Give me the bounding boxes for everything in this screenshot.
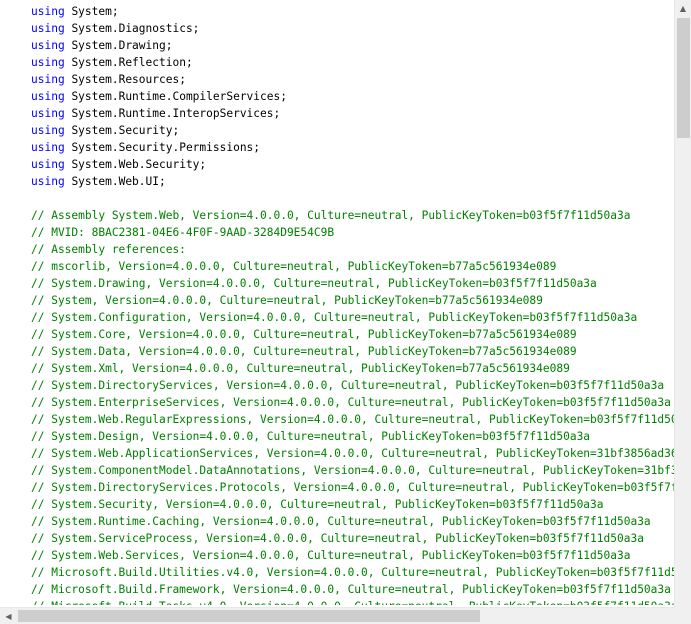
comment-text: // mscorlib, Version=4.0.0.0, Culture=ne…: [31, 260, 557, 273]
horizontal-scroll-thumb[interactable]: [18, 610, 480, 622]
comment-text: // System.DirectoryServices, Version=4.0…: [31, 379, 665, 392]
code-line-comment: // mscorlib, Version=4.0.0.0, Culture=ne…: [0, 258, 675, 275]
comment-text: // System.ComponentModel.DataAnnotations…: [31, 464, 675, 477]
namespace-name: System;: [71, 5, 119, 18]
code-line-comment: // System.Runtime.Caching, Version=4.0.0…: [0, 513, 675, 530]
namespace-name: System.Resources;: [71, 73, 186, 86]
code-editor[interactable]: using System; using System.Diagnostics; us…: [0, 0, 691, 624]
scrollbar-corner: [674, 607, 691, 624]
comment-text: // System, Version=4.0.0.0, Culture=neut…: [31, 294, 543, 307]
code-line-comment: // System.Web.ApplicationServices, Versi…: [0, 445, 675, 462]
code-line-comment: // MVID: 8BAC2381-04E6-4F0F-9AAD-3284D9E…: [0, 224, 675, 241]
code-line-comment: // Assembly System.Web, Version=4.0.0.0,…: [0, 207, 675, 224]
code-line-using: using System.Diagnostics;: [0, 20, 675, 37]
comment-text: // Microsoft.Build.Framework, Version=4.…: [31, 583, 671, 596]
using-keyword: using: [31, 107, 65, 120]
comment-text: // Microsoft.Build.Tasks.v4.0, Version=4…: [31, 600, 675, 605]
code-line-comment: // System.ServiceProcess, Version=4.0.0.…: [0, 530, 675, 547]
vertical-scrollbar[interactable]: ▲: [674, 0, 691, 607]
namespace-name: System.Web.Security;: [71, 158, 207, 171]
code-line-using: using System.Web.Security;: [0, 156, 675, 173]
code-line-comment: // System.Xml, Version=4.0.0.0, Culture=…: [0, 360, 675, 377]
code-line-comment: // Assembly references:: [0, 241, 675, 258]
comment-text: // System.Data, Version=4.0.0.0, Culture…: [31, 345, 577, 358]
using-keyword: using: [31, 22, 65, 35]
code-line-using: using System.Security;: [0, 122, 675, 139]
code-view[interactable]: using System; using System.Diagnostics; us…: [0, 0, 675, 605]
using-keyword: using: [31, 175, 65, 188]
code-line-using: using System.Resources;: [0, 71, 675, 88]
namespace-name: System.Web.UI;: [71, 175, 166, 188]
code-line-comment: // System.Web.RegularExpressions, Versio…: [0, 411, 675, 428]
using-keyword: using: [31, 158, 65, 171]
using-keyword: using: [31, 141, 65, 154]
namespace-name: System.Drawing;: [71, 39, 173, 52]
code-line-using: using System.Runtime.CompilerServices;: [0, 88, 675, 105]
code-line-comment: // System, Version=4.0.0.0, Culture=neut…: [0, 292, 675, 309]
comment-text: // System.Web.Services, Version=4.0.0.0,…: [31, 549, 631, 562]
code-line-comment: // Microsoft.Build.Utilities.v4.0, Versi…: [0, 564, 675, 581]
using-keyword: using: [31, 90, 65, 103]
comment-text: // System.Web.RegularExpressions, Versio…: [31, 413, 675, 426]
code-line-comment: // System.Web.Services, Version=4.0.0.0,…: [0, 547, 675, 564]
using-keyword: using: [31, 73, 65, 86]
code-line-using: using System.Security.Permissions;: [0, 139, 675, 156]
comment-text: // Assembly System.Web, Version=4.0.0.0,…: [31, 209, 631, 222]
comment-text: // Assembly references:: [31, 243, 186, 256]
scroll-left-arrow-icon[interactable]: ◀: [0, 608, 17, 624]
comment-text: // System.Security, Version=4.0.0.0, Cul…: [31, 498, 604, 511]
code-line-using: using System.Runtime.InteropServices;: [0, 105, 675, 122]
code-line-comment: // System.EnterpriseServices, Version=4.…: [0, 394, 675, 411]
namespace-name: System.Runtime.CompilerServices;: [71, 90, 287, 103]
code-line-comment: // Microsoft.Build.Tasks.v4.0, Version=4…: [0, 598, 675, 605]
vertical-scroll-thumb[interactable]: [677, 18, 690, 138]
code-line-comment: // System.Configuration, Version=4.0.0.0…: [0, 309, 675, 326]
comment-text: // System.ServiceProcess, Version=4.0.0.…: [31, 532, 644, 545]
comment-text: // System.Design, Version=4.0.0.0, Cultu…: [31, 430, 591, 443]
using-keyword: using: [31, 56, 65, 69]
comment-text: // System.Web.ApplicationServices, Versi…: [31, 447, 675, 460]
comment-text: // System.Xml, Version=4.0.0.0, Culture=…: [31, 362, 570, 375]
code-line-comment: // System.Core, Version=4.0.0.0, Culture…: [0, 326, 675, 343]
comment-text: // System.DirectoryServices.Protocols, V…: [31, 481, 675, 494]
using-keyword: using: [31, 5, 65, 18]
code-line-comment: // System.DirectoryServices, Version=4.0…: [0, 377, 675, 394]
code-line-using: using System.Web.UI;: [0, 173, 675, 190]
code-line-comment: // System.Design, Version=4.0.0.0, Cultu…: [0, 428, 675, 445]
comment-text: // System.Configuration, Version=4.0.0.0…: [31, 311, 638, 324]
using-keyword: using: [31, 124, 65, 137]
comment-text: // System.Runtime.Caching, Version=4.0.0…: [31, 515, 651, 528]
code-line-comment: // System.ComponentModel.DataAnnotations…: [0, 462, 675, 479]
comment-text: // MVID: 8BAC2381-04E6-4F0F-9AAD-3284D9E…: [31, 226, 335, 239]
scroll-up-arrow-icon[interactable]: ▲: [675, 0, 691, 17]
code-line-comment: // System.Security, Version=4.0.0.0, Cul…: [0, 496, 675, 513]
code-line-comment: // System.DirectoryServices.Protocols, V…: [0, 479, 675, 496]
comment-text: // Microsoft.Build.Utilities.v4.0, Versi…: [31, 566, 675, 579]
code-line-using: using System;: [0, 3, 675, 20]
namespace-name: System.Security.Permissions;: [71, 141, 261, 154]
namespace-name: System.Runtime.InteropServices;: [71, 107, 281, 120]
namespace-name: System.Reflection;: [71, 56, 193, 69]
code-line-using: using System.Drawing;: [0, 37, 675, 54]
using-keyword: using: [31, 39, 65, 52]
comment-text: // System.Drawing, Version=4.0.0.0, Cult…: [31, 277, 597, 290]
code-line-using: using System.Reflection;: [0, 54, 675, 71]
namespace-name: System.Diagnostics;: [71, 22, 200, 35]
code-line-comment: // System.Data, Version=4.0.0.0, Culture…: [0, 343, 675, 360]
horizontal-scrollbar[interactable]: ◀: [0, 607, 674, 624]
code-line-comment: // System.Drawing, Version=4.0.0.0, Cult…: [0, 275, 675, 292]
comment-text: // System.Core, Version=4.0.0.0, Culture…: [31, 328, 577, 341]
comment-text: // System.EnterpriseServices, Version=4.…: [31, 396, 671, 409]
namespace-name: System.Security;: [71, 124, 180, 137]
code-line-comment: // Microsoft.Build.Framework, Version=4.…: [0, 581, 675, 598]
